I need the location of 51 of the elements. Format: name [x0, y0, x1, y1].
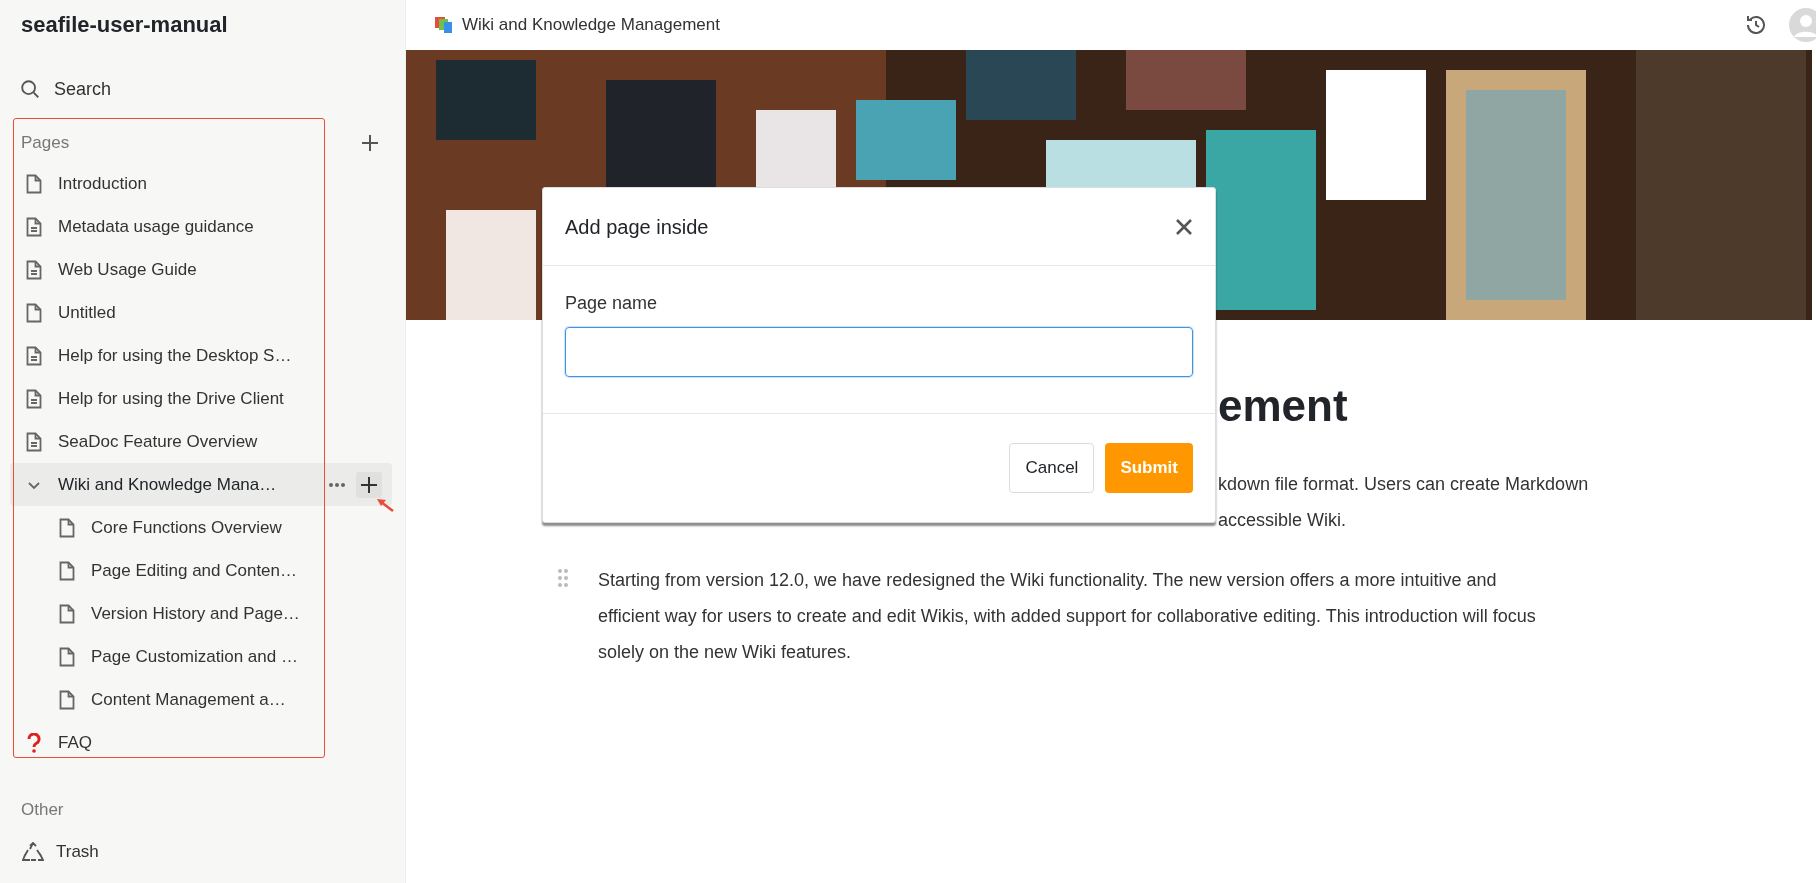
page-item[interactable]: Untitled — [10, 291, 392, 334]
page-item[interactable]: Content Management a… — [10, 678, 392, 721]
page-icon — [26, 302, 42, 323]
document-icon — [26, 216, 42, 237]
wiki-logo-icon — [434, 16, 454, 34]
dialog-title: Add page inside — [565, 214, 709, 240]
page-item[interactable]: FAQ — [10, 721, 392, 764]
page-item[interactable]: Page Editing and Conten… — [10, 549, 392, 592]
page-item[interactable]: Web Usage Guide — [10, 248, 392, 291]
field-label: Page name — [565, 292, 659, 315]
more-icon[interactable] — [328, 481, 346, 488]
page-icon — [26, 173, 42, 194]
wiki-title: seafile-user-manual — [21, 12, 228, 37]
pointer-arrow-icon — [376, 498, 394, 512]
page-item[interactable]: SeaDoc Feature Overview — [10, 420, 392, 463]
add-icon[interactable] — [360, 133, 380, 153]
search-button[interactable]: Search — [19, 71, 386, 107]
page-item[interactable]: Help for using the Drive Client — [10, 377, 392, 420]
page-item[interactable]: Introduction — [10, 162, 392, 205]
document-icon — [26, 388, 42, 409]
page-item[interactable]: Metadata usage guidance — [10, 205, 392, 248]
document-icon — [26, 345, 42, 366]
page-item[interactable]: Help for using the Desktop S… — [10, 334, 392, 377]
paragraph: Starting from version 12.0, we have redesigned the Wiki functionality. The new version offers a more intuitive and efficient way for users to create and edit Wikis, with added support for collaborative editing. This introduction will focus solely on the new Wiki features. — [598, 569, 1537, 664]
close-icon[interactable] — [1175, 217, 1193, 236]
page-title: Wiki and Knowledge Management — [462, 14, 720, 37]
recycle-icon — [22, 841, 44, 862]
search-icon — [19, 78, 41, 100]
paragraph-fragment: kdown file format. Users can create Markdown — [1218, 473, 1589, 496]
question-icon — [27, 732, 41, 753]
page-item[interactable]: Version History and Page… — [10, 592, 392, 635]
article-heading: ement — [1218, 380, 1349, 432]
section-label: Pages — [21, 132, 70, 155]
document-icon — [26, 259, 42, 280]
trash-item[interactable]: Trash — [0, 830, 107, 873]
page-name-field[interactable] — [565, 327, 1193, 377]
page-icon — [59, 560, 75, 581]
add-page-button[interactable] — [356, 471, 382, 498]
paragraph-fragment: accessible Wiki. — [1218, 509, 1347, 532]
page-icon — [59, 603, 75, 624]
page-icon — [59, 689, 75, 710]
history-icon[interactable] — [1744, 13, 1768, 37]
document-icon — [26, 431, 42, 452]
cancel-button[interactable]: Cancel — [1009, 443, 1095, 493]
page-item[interactable]: Core Functions Overview — [10, 506, 392, 549]
section-label: Other — [21, 799, 64, 822]
page-item[interactable]: Page Customization and … — [10, 635, 392, 678]
drag-handle-icon[interactable] — [557, 568, 569, 588]
page-icon — [59, 646, 75, 667]
page-icon — [59, 517, 75, 538]
page-item[interactable]: Wiki and Knowledge Mana… — [10, 463, 392, 506]
